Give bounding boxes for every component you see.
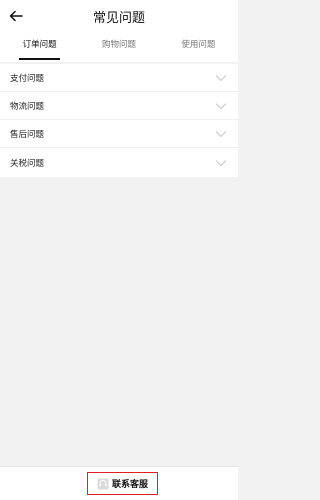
tab-order-questions[interactable]: 订单问题	[0, 32, 79, 62]
active-tab-indicator	[19, 58, 61, 60]
chevron-down-icon	[214, 73, 228, 83]
contact-customer-service-label: 联系客服	[111, 480, 148, 490]
faq-item-label: 物流问题	[10, 101, 45, 112]
faq-item-customs-duty[interactable]: 关税问题	[0, 148, 238, 177]
tab-usage-questions[interactable]: 使用问题	[159, 32, 238, 62]
faq-list: 支付问题 物流问题 售后问题 关税问题	[0, 64, 238, 177]
faq-item-payment[interactable]: 支付问题	[0, 64, 238, 92]
faq-item-after-sales[interactable]: 售后问题	[0, 120, 238, 148]
chevron-down-icon	[214, 101, 228, 111]
tab-label: 使用问题	[181, 40, 216, 50]
tab-shopping-questions[interactable]: 购物问题	[79, 32, 158, 62]
faq-item-logistics[interactable]: 物流问题	[0, 92, 238, 120]
chevron-down-icon	[214, 158, 228, 168]
bottom-bar: 联系客服	[0, 466, 238, 500]
page-title: 常见问题	[92, 11, 145, 26]
faq-item-label: 售后问题	[10, 129, 45, 140]
contact-customer-service-button[interactable]: 联系客服	[87, 472, 158, 495]
tab-label: 订单问题	[22, 40, 57, 50]
top-bar: 常见问题	[0, 0, 238, 32]
category-tabs: 订单问题 购物问题 使用问题	[0, 32, 238, 62]
customer-service-icon	[97, 478, 109, 490]
faq-item-label: 关税问题	[10, 158, 45, 169]
faq-item-label: 支付问题	[10, 73, 45, 84]
chevron-down-icon	[214, 129, 228, 139]
tab-label: 购物问题	[101, 40, 136, 50]
